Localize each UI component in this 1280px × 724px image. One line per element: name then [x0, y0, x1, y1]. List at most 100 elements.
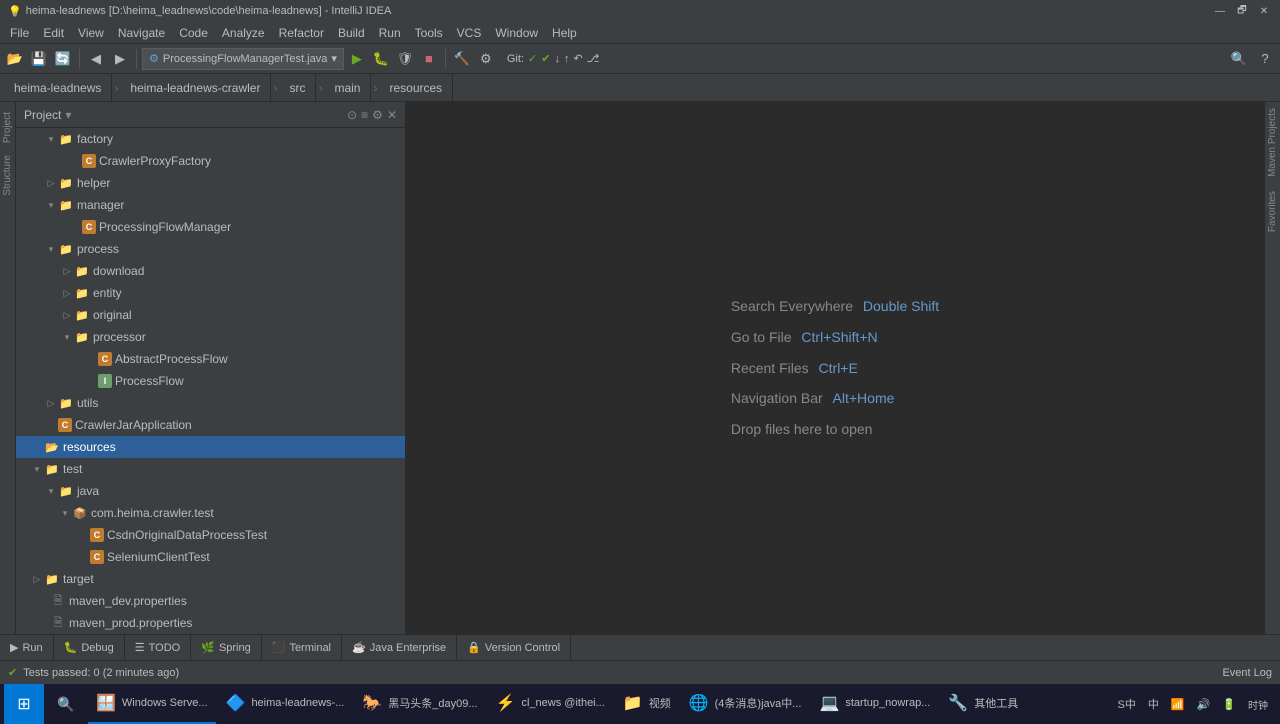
tree-item-processor[interactable]: ▾ 📁 processor: [16, 326, 405, 348]
tree-item-manager[interactable]: ▾ 📁 manager: [16, 194, 405, 216]
tree-item-factory[interactable]: ▾ 📁 factory: [16, 128, 405, 150]
taskbar-item-other-tools[interactable]: 🔧 其他工具: [940, 684, 1026, 724]
toolbar-refresh-button[interactable]: 🔄: [52, 48, 74, 70]
toolbar-save-button[interactable]: 💾: [28, 48, 50, 70]
tree-item-process[interactable]: ▾ 📁 process: [16, 238, 405, 260]
toolbar-back-button[interactable]: ◀: [85, 48, 107, 70]
debug-button[interactable]: 🐛: [370, 48, 392, 70]
git-revert-icon[interactable]: ↶: [573, 52, 582, 65]
run-config-selector[interactable]: ⚙ ProcessingFlowManagerTest.java ▾: [142, 48, 344, 70]
menu-refactor[interactable]: Refactor: [273, 24, 330, 42]
tab-todo[interactable]: ☰ TODO: [125, 635, 191, 661]
project-settings-icon[interactable]: ⚙: [372, 108, 383, 122]
tab-debug[interactable]: 🐛 Debug: [54, 635, 125, 661]
toolbar-build-button[interactable]: 🔨: [451, 48, 473, 70]
run-button[interactable]: ▶: [346, 48, 368, 70]
stop-button[interactable]: ■: [418, 48, 440, 70]
project-locate-icon[interactable]: ⊙: [347, 108, 357, 122]
menu-navigate[interactable]: Navigate: [112, 24, 171, 42]
tree-item-maven-prod[interactable]: 🗎 maven_prod.properties: [16, 612, 405, 634]
favorites-label[interactable]: Favorites: [1266, 185, 1279, 238]
taskbar-battery-icon[interactable]: 🔋: [1218, 698, 1240, 711]
git-push-icon[interactable]: ↑: [564, 53, 570, 65]
tree-item-csdnoriginal[interactable]: C CsdnOriginalDataProcessTest: [16, 524, 405, 546]
project-collapse-icon[interactable]: ≡: [361, 108, 368, 122]
tree-item-seleniumclienttest[interactable]: C SeleniumClientTest: [16, 546, 405, 568]
vc-tab-icon: 🔒: [467, 641, 481, 654]
taskbar-start-button[interactable]: ⊞: [4, 684, 44, 724]
menu-file[interactable]: File: [4, 24, 35, 42]
menu-window[interactable]: Window: [489, 24, 544, 42]
tree-item-helper[interactable]: ▷ 📁 helper: [16, 172, 405, 194]
menu-code[interactable]: Code: [173, 24, 214, 42]
menu-run[interactable]: Run: [373, 24, 407, 42]
taskbar-item-video[interactable]: 📁 视频: [615, 684, 679, 724]
taskbar-item-startup[interactable]: 💻 startup_nowrap...: [811, 684, 938, 724]
tree-item-entity[interactable]: ▷ 📁 entity: [16, 282, 405, 304]
tab-version-control[interactable]: 🔒 Version Control: [457, 635, 571, 661]
tree-item-java[interactable]: ▾ 📁 java: [16, 480, 405, 502]
tree-item-test[interactable]: ▾ 📁 test: [16, 458, 405, 480]
breadcrumb-src[interactable]: src: [279, 74, 316, 102]
maven-projects-label[interactable]: Maven Projects: [1266, 102, 1279, 183]
tree-label-csdnoriginal: CsdnOriginalDataProcessTest: [107, 528, 267, 542]
menu-analyze[interactable]: Analyze: [216, 24, 271, 42]
run-with-coverage-button[interactable]: 🛡: [394, 48, 416, 70]
tab-java-enterprise[interactable]: ☕ Java Enterprise: [342, 635, 457, 661]
toolbar-open-button[interactable]: 📂: [4, 48, 26, 70]
tree-item-processingflowmanager[interactable]: C ProcessingFlowManager: [16, 216, 405, 238]
left-structure-label[interactable]: Structure: [1, 149, 14, 202]
git-update-icon[interactable]: ↓: [554, 53, 560, 65]
menu-edit[interactable]: Edit: [37, 24, 70, 42]
tree-item-processflow[interactable]: I ProcessFlow: [16, 370, 405, 392]
tab-terminal[interactable]: ⬛ Terminal: [262, 635, 342, 661]
no-arrow-4: [84, 374, 98, 388]
tree-item-maven-dev[interactable]: 🗎 maven_dev.properties: [16, 590, 405, 612]
tree-item-download[interactable]: ▷ 📁 download: [16, 260, 405, 282]
taskbar-item-heima-leadnews[interactable]: 🔷 heima-leadnews-...: [218, 684, 353, 724]
toolbar-settings-button[interactable]: ⚙: [475, 48, 497, 70]
breadcrumb-crawler[interactable]: heima-leadnews-crawler: [120, 74, 271, 102]
tree-item-original[interactable]: ▷ 📁 original: [16, 304, 405, 326]
git-branch-icon[interactable]: ⎇: [587, 52, 600, 65]
taskbar-zh-label[interactable]: 中: [1144, 696, 1163, 712]
toolbar-forward-button[interactable]: ▶: [109, 48, 131, 70]
project-hide-icon[interactable]: ✕: [387, 108, 397, 122]
taskbar-item-heima-day09[interactable]: 🐎 黑马头条_day09...: [354, 684, 485, 724]
toolbar-help-button[interactable]: ?: [1254, 48, 1276, 70]
taskbar-item-java-article[interactable]: 🌐 (4条消息)java中...: [681, 684, 810, 724]
close-button[interactable]: ✕: [1256, 3, 1272, 19]
title-bar: 💡 heima-leadnews [D:\heima_leadnews\code…: [0, 0, 1280, 22]
menu-tools[interactable]: Tools: [409, 24, 449, 42]
event-log-label[interactable]: Event Log: [1222, 667, 1272, 679]
tree-item-crawlerjarapplication[interactable]: C CrawlerJarApplication: [16, 414, 405, 436]
menu-view[interactable]: View: [72, 24, 110, 42]
taskbar-network-icon[interactable]: 📶: [1167, 698, 1189, 711]
breadcrumb-project[interactable]: heima-leadnews: [4, 74, 112, 102]
breadcrumb-main[interactable]: main: [324, 74, 371, 102]
editor-area[interactable]: Search Everywhere Double Shift Go to Fil…: [406, 102, 1264, 634]
menu-help[interactable]: Help: [546, 24, 583, 42]
taskbar-item-windows-server[interactable]: 🪟 Windows Serve...: [88, 684, 216, 724]
debug-tab-icon: 🐛: [64, 641, 78, 654]
taskbar-search-button[interactable]: 🔍: [46, 684, 86, 724]
tab-spring[interactable]: 🌿 Spring: [191, 635, 262, 661]
tree-item-utils[interactable]: ▷ 📁 utils: [16, 392, 405, 414]
taskbar-item-cl-news[interactable]: ⚡ cl_news @ithei...: [488, 684, 613, 724]
navigation-bar-shortcut: Alt+Home: [833, 390, 895, 406]
left-project-label[interactable]: Project: [1, 106, 14, 149]
taskbar-volume-icon[interactable]: 🔊: [1193, 698, 1215, 711]
tab-run[interactable]: ▶ Run: [0, 635, 54, 661]
minimize-button[interactable]: —: [1212, 3, 1228, 19]
tree-item-com-heima-crawler-test[interactable]: ▾ 📦 com.heima.crawler.test: [16, 502, 405, 524]
tree-item-resources[interactable]: 📂 resources: [16, 436, 405, 458]
toolbar-search-button[interactable]: 🔍: [1228, 48, 1250, 70]
taskbar-input-method[interactable]: S中: [1114, 696, 1140, 712]
tree-item-crawlerproxyfactory[interactable]: C CrawlerProxyFactory: [16, 150, 405, 172]
tree-item-abstractprocessflow[interactable]: C AbstractProcessFlow: [16, 348, 405, 370]
breadcrumb-resources[interactable]: resources: [379, 74, 453, 102]
maximize-button[interactable]: 🗗: [1234, 3, 1250, 19]
menu-vcs[interactable]: VCS: [451, 24, 488, 42]
menu-build[interactable]: Build: [332, 24, 371, 42]
tree-item-target[interactable]: ▷ 📁 target: [16, 568, 405, 590]
